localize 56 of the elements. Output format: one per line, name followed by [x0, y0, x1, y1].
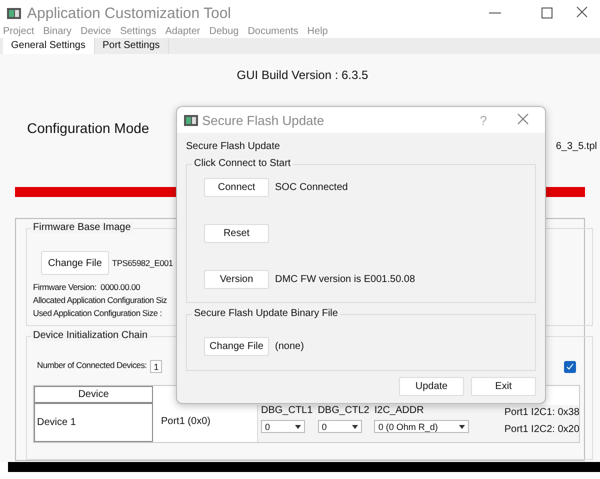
status-text: (none): [275, 341, 304, 352]
i2c-address-text: Port1 I2C2: 0x20: [504, 424, 580, 435]
tab[interactable]: Port Settings: [94, 38, 169, 54]
file-name-text: TPS65982_E001: [112, 258, 173, 268]
register-label: DBG_CTL1: [261, 405, 313, 416]
dialog-icon: [184, 114, 198, 126]
window-title: Application Customization Tool: [27, 4, 232, 22]
register-dropdown[interactable]: 0 (0 Ohm R_d): [374, 420, 470, 433]
dialog-heading: Secure Flash Update: [186, 141, 281, 152]
change-file-button[interactable]: Change File: [204, 337, 269, 356]
close-icon[interactable]: [576, 6, 588, 18]
menu-item[interactable]: Adapter: [165, 26, 200, 38]
menu-item[interactable]: Debug: [209, 26, 239, 38]
tab[interactable]: General Settings: [3, 38, 94, 54]
build-version-text: GUI Build Version : 6.3.5: [236, 68, 368, 82]
info-text: Used Application Configuration Size :: [33, 308, 162, 318]
group-title: Click Connect to Start: [192, 158, 293, 169]
caret-icon: [295, 424, 301, 428]
file-name-text: 6_3_5.tpl: [556, 141, 597, 152]
register-label: DBG_CTL2: [318, 405, 370, 416]
dialog-button[interactable]: Connect: [204, 178, 269, 198]
group-title: Firmware Base Image: [31, 222, 133, 233]
checkbox[interactable]: [564, 360, 576, 372]
device-count-field[interactable]: 1: [150, 360, 162, 373]
table-header: Device: [34, 386, 153, 404]
dialog-button[interactable]: Version: [204, 270, 269, 289]
register-label: I2C_ADDR: [374, 405, 425, 416]
dialog-button[interactable]: Exit: [471, 377, 536, 396]
configuration-mode-label: Configuration Mode: [27, 120, 150, 136]
change-file-button[interactable]: Change File: [41, 251, 109, 275]
status-text: SOC Connected: [275, 182, 348, 194]
menu-item[interactable]: Help: [307, 26, 328, 38]
menu-item[interactable]: Documents: [248, 26, 298, 38]
table-cell: Device 1: [34, 403, 153, 442]
menu-item[interactable]: Project: [3, 26, 34, 38]
dialog-button[interactable]: Reset: [204, 224, 269, 243]
close-icon[interactable]: [517, 112, 529, 124]
info-text: Firmware Version: 0000.00.00: [33, 282, 140, 292]
group-title: Secure Flash Update Binary File: [192, 308, 340, 319]
menu-item[interactable]: Binary: [43, 26, 72, 38]
status-text: DMC FW version is E001.50.08: [275, 274, 416, 285]
info-text: Allocated Application Configuration Siz: [33, 295, 167, 305]
menu-item[interactable]: Device: [80, 26, 112, 38]
register-dropdown[interactable]: 0: [261, 420, 305, 433]
caret-icon: [352, 424, 358, 428]
caret-icon: [459, 424, 466, 428]
device-count-label: Number of Connected Devices:: [37, 360, 147, 370]
dialog-button[interactable]: Update: [399, 377, 464, 396]
register-dropdown[interactable]: 0: [318, 420, 362, 433]
i2c-address-text: Port1 I2C1: 0x38: [504, 407, 580, 418]
menu-item[interactable]: Settings: [120, 26, 156, 38]
dialog-title: Secure Flash Update: [202, 112, 326, 128]
app-icon: [7, 8, 21, 18]
group-title: Device Initialization Chain: [31, 330, 150, 341]
port-text: Port1 (0x0): [161, 416, 212, 429]
maximize-icon[interactable]: [540, 6, 554, 20]
